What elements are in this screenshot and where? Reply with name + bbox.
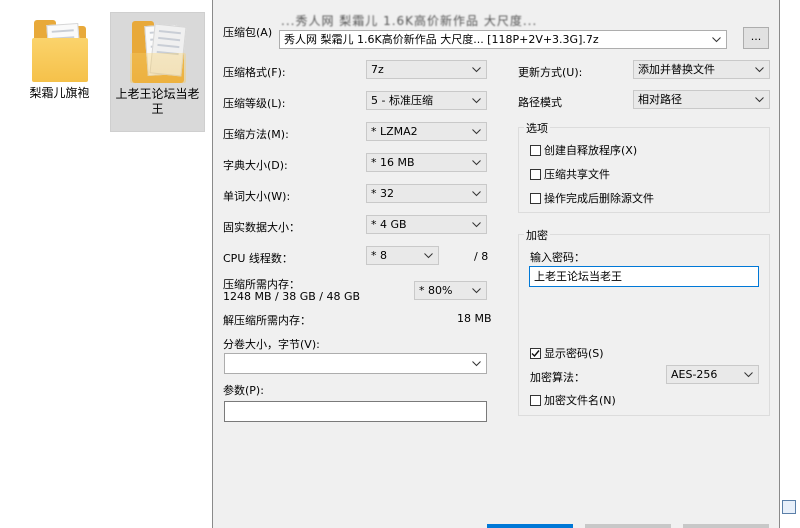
chevron-down-icon <box>471 123 481 140</box>
dict-label: 字典大小(D): <box>223 159 288 172</box>
mem-decompress-value: 18 MB <box>457 312 492 325</box>
pathmode-select[interactable]: 相对路径 <box>633 90 770 109</box>
threads-value: * 8 <box>371 249 387 262</box>
mem-decompress-label: 解压缩所需内存： <box>223 314 311 327</box>
chevron-down-icon <box>471 282 481 299</box>
cancel-button[interactable] <box>585 524 671 528</box>
chevron-down-icon <box>471 185 481 202</box>
help-button[interactable] <box>683 524 769 528</box>
level-value: 5 - 标准压缩 <box>371 94 433 107</box>
params-input[interactable] <box>224 401 487 422</box>
show-password-label: 显示密码(S) <box>544 347 604 360</box>
algo-value: AES-256 <box>671 368 718 381</box>
encryption-group-title: 加密 <box>524 227 550 243</box>
chevron-down-icon <box>711 31 721 48</box>
update-value: 添加并替换文件 <box>638 63 715 76</box>
delete-checkbox[interactable]: 操作完成后删除源文件 <box>530 190 654 206</box>
chevron-down-icon <box>423 247 433 264</box>
volume-label: 分卷大小，字节(V): <box>223 338 320 351</box>
checkbox-box <box>530 192 541 204</box>
password-input[interactable]: 上老王论坛当老王 <box>529 266 759 287</box>
update-label: 更新方式(U): <box>518 66 583 79</box>
method-value: * LZMA2 <box>371 125 418 138</box>
checkbox-box <box>530 394 541 406</box>
chevron-down-icon <box>471 354 481 373</box>
add-to-archive-dialog: 压缩包(A) ...秀人网 梨霜儿 1.6K高价新作品 大尺度... 秀人网 梨… <box>212 0 780 528</box>
word-label: 单词大小(W): <box>223 190 291 203</box>
show-password-checkbox[interactable]: 显示密码(S) <box>530 345 604 361</box>
desktop-folder-label: 上老王论坛当老王 <box>115 87 200 116</box>
solid-select[interactable]: * 4 GB <box>366 215 487 234</box>
archive-name-combo[interactable]: 秀人网 梨霜儿 1.6K高价新作品 大尺度... [118P+2V+3.3G].… <box>279 30 727 49</box>
encrypt-names-checkbox[interactable]: 加密文件名(N) <box>530 392 616 408</box>
chevron-down-icon <box>471 216 481 233</box>
chevron-down-icon <box>471 154 481 171</box>
shared-checkbox-label: 压缩共享文件 <box>544 168 610 181</box>
sfx-checkbox-label: 创建自释放程序(X) <box>544 144 638 157</box>
method-label: 压缩方法(M): <box>223 128 289 141</box>
mem-compress-value: * 80% <box>419 284 453 297</box>
solid-value: * 4 GB <box>371 218 407 231</box>
chevron-down-icon <box>743 366 753 383</box>
word-select[interactable]: * 32 <box>366 184 487 203</box>
folder-icon <box>129 21 187 83</box>
delete-checkbox-label: 操作完成后删除源文件 <box>544 192 654 205</box>
checkbox-box <box>530 168 541 180</box>
ok-button[interactable] <box>487 524 573 528</box>
checkbox-box <box>530 144 541 156</box>
folder-icon <box>31 20 88 82</box>
solid-label: 固实数据大小： <box>223 221 300 234</box>
encrypt-names-label: 加密文件名(N) <box>544 394 616 407</box>
update-select[interactable]: 添加并替换文件 <box>633 60 770 79</box>
archive-label: 压缩包(A) <box>223 26 273 39</box>
sfx-checkbox[interactable]: 创建自释放程序(X) <box>530 142 637 158</box>
level-label: 压缩等级(L): <box>223 97 286 110</box>
format-label: 压缩格式(F): <box>223 66 286 79</box>
password-label: 输入密码： <box>530 251 585 264</box>
mem-compress-select[interactable]: * 80% <box>414 281 487 300</box>
algo-label: 加密算法： <box>530 371 585 384</box>
params-label: 参数(P): <box>223 384 264 397</box>
pathmode-value: 相对路径 <box>638 93 682 106</box>
chevron-down-icon <box>471 92 481 109</box>
threads-select[interactable]: * 8 <box>366 246 439 265</box>
archive-name-value: 秀人网 梨霜儿 1.6K高价新作品 大尺度... [118P+2V+3.3G].… <box>284 33 599 46</box>
desktop-folder-label: 梨霜儿旗袍 <box>29 86 90 100</box>
archive-path-hint: ...秀人网 梨霜儿 1.6K高价新作品 大尺度... <box>281 14 538 28</box>
volume-combo[interactable] <box>224 353 487 374</box>
method-select[interactable]: * LZMA2 <box>366 122 487 141</box>
taskbar-app-icon[interactable] <box>782 500 796 514</box>
chevron-down-icon <box>471 61 481 78</box>
threads-label: CPU 线程数： <box>223 252 293 265</box>
dict-value: * 16 MB <box>371 156 415 169</box>
shared-checkbox[interactable]: 压缩共享文件 <box>530 166 610 182</box>
chevron-down-icon <box>754 61 764 78</box>
chevron-down-icon <box>754 91 764 108</box>
word-value: * 32 <box>371 187 394 200</box>
format-value: 7z <box>371 63 384 76</box>
format-select[interactable]: 7z <box>366 60 487 79</box>
level-select[interactable]: 5 - 标准压缩 <box>366 91 487 110</box>
mem-compress-detail: 1248 MB / 38 GB / 48 GB <box>223 290 361 303</box>
checkbox-box <box>530 347 541 359</box>
dict-select[interactable]: * 16 MB <box>366 153 487 172</box>
pathmode-label: 路径模式 <box>518 96 562 109</box>
desktop-folder-icon-1[interactable]: 梨霜儿旗袍 <box>12 12 107 132</box>
options-group-title: 选项 <box>524 120 550 136</box>
desktop-folder-icon-2[interactable]: 上老王论坛当老王 <box>110 12 205 132</box>
threads-total: / 8 <box>474 250 489 263</box>
browse-button[interactable]: ... <box>743 27 769 49</box>
checkmark-icon <box>531 349 540 357</box>
algo-select[interactable]: AES-256 <box>666 365 759 384</box>
